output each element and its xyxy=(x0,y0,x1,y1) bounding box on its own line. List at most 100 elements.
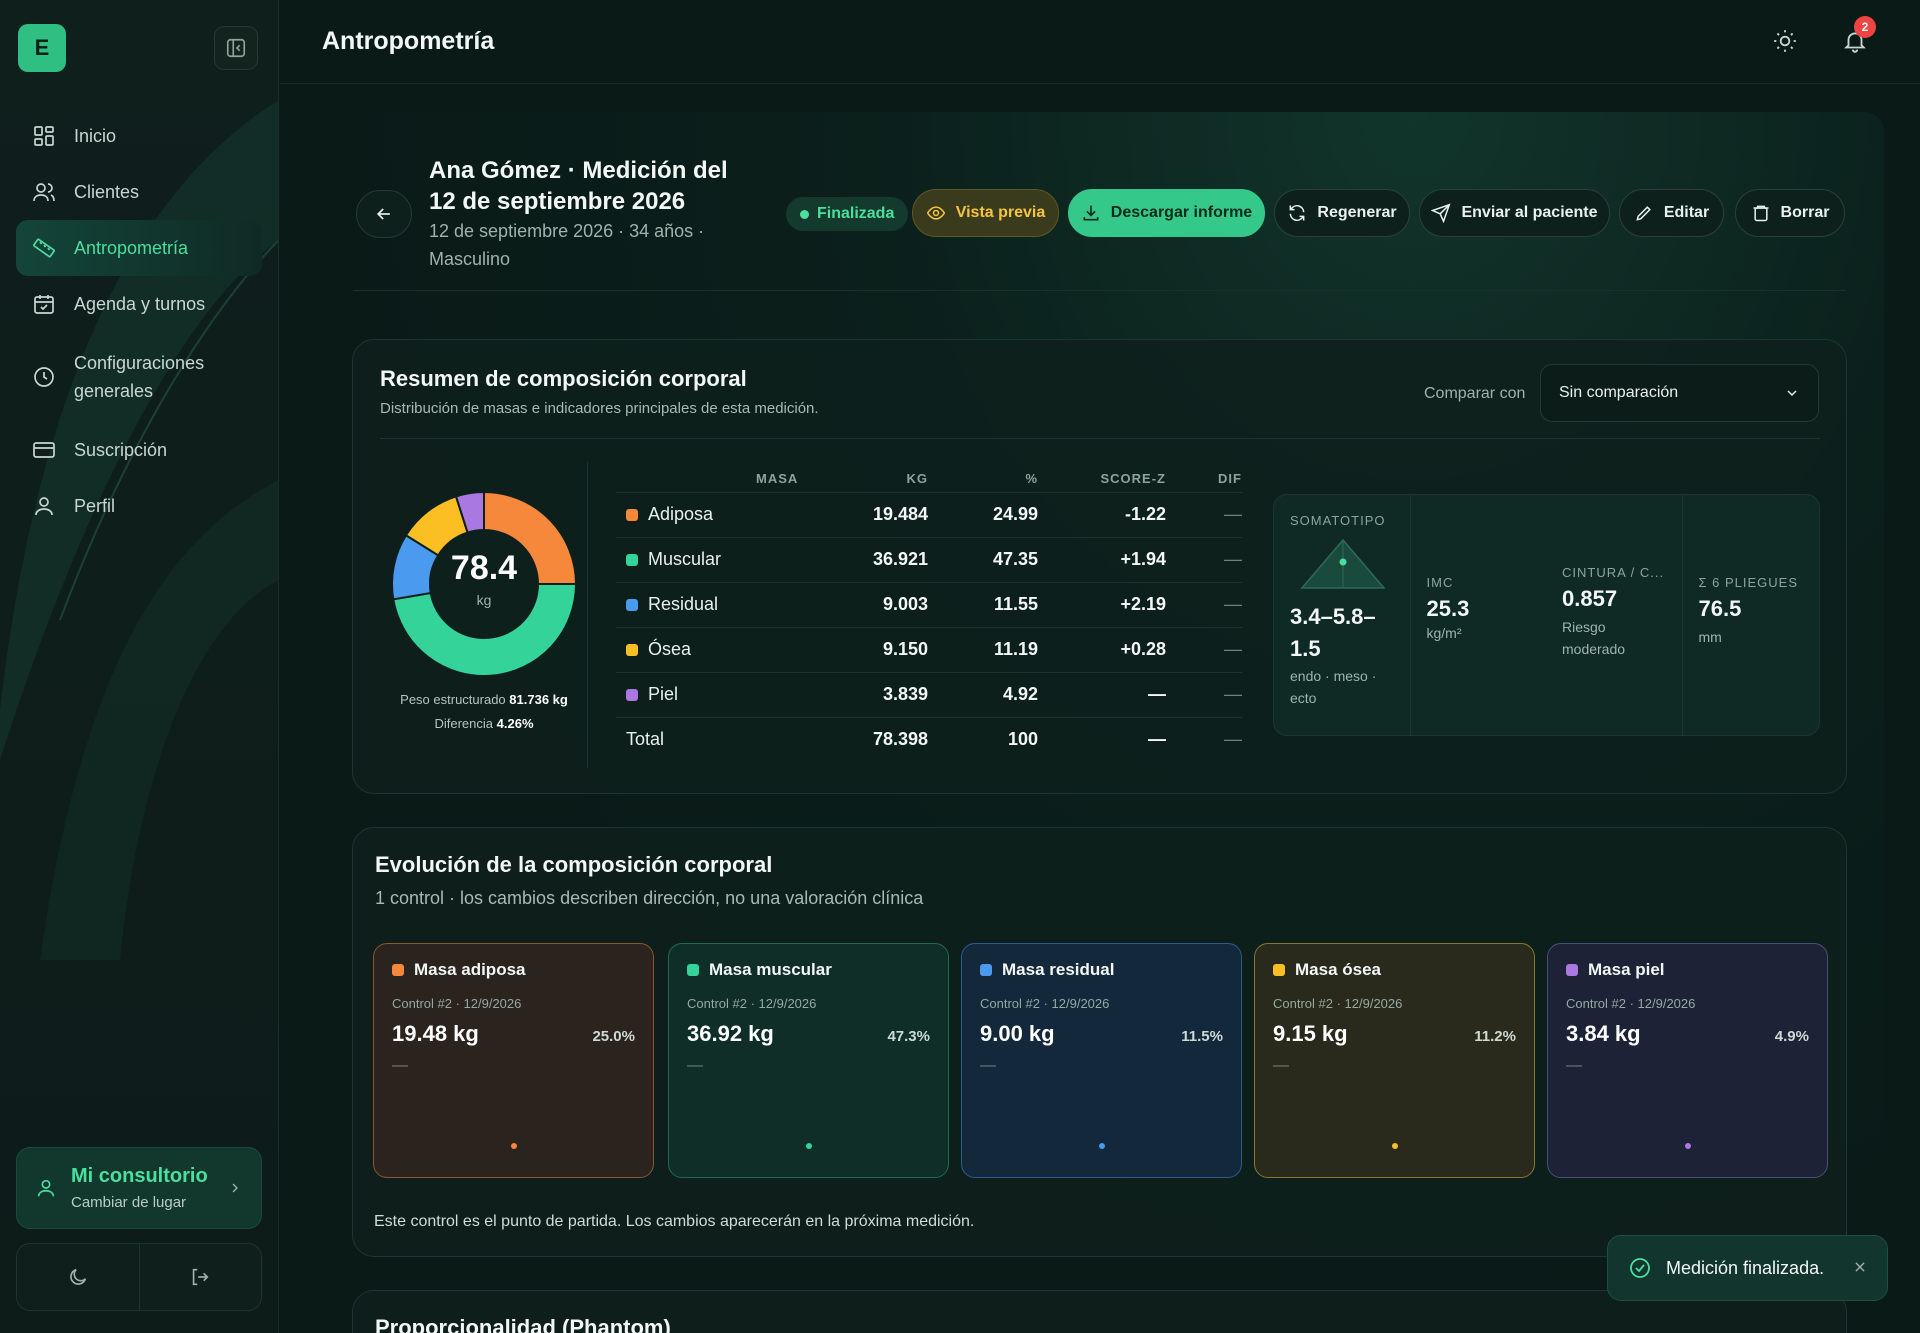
card-title-label: Masa piel xyxy=(1588,960,1665,979)
preview-button[interactable]: Vista previa xyxy=(912,189,1059,237)
cintura-value: 0.857 xyxy=(1562,586,1618,611)
logout-button[interactable] xyxy=(140,1244,262,1310)
mass-name-label: Muscular xyxy=(648,549,722,569)
delete-button[interactable]: Borrar xyxy=(1735,189,1845,237)
sidebar-item-inicio[interactable]: Inicio xyxy=(16,108,262,164)
sidebar-item-label: Agenda y turnos xyxy=(74,293,206,314)
regenerate-button[interactable]: Regenerar xyxy=(1274,189,1410,237)
cintura-caption: Riesgo moderado xyxy=(1562,619,1626,657)
table-row: Ósea 9.150 11.19 +0.28— xyxy=(616,626,1242,672)
sidebar-item-label: Suscripción xyxy=(74,439,168,460)
card-control: Control #2 · 12/9/2026 xyxy=(392,996,522,1011)
mass-color-swatch xyxy=(1566,964,1578,976)
mass-color-swatch xyxy=(1273,964,1285,976)
cintura-label: CINTURA / C... xyxy=(1562,565,1665,580)
ruler-icon xyxy=(33,238,55,258)
card-title: Masa piel xyxy=(1566,960,1809,980)
mass-evolution-card[interactable]: Masa ósea Control #2 · 12/9/2026 9.15 kg 11… xyxy=(1254,943,1535,1178)
mass-evolution-card[interactable]: Masa residual Control #2 · 12/9/2026 9.00 … xyxy=(961,943,1242,1178)
card-pct: 25.0% xyxy=(592,1028,635,1045)
dif-value: 4.26% xyxy=(496,716,534,731)
mass-name: Residual xyxy=(616,581,816,627)
light-mode-button[interactable] xyxy=(1772,28,1798,59)
notification-badge: 2 xyxy=(1854,16,1876,38)
sidebar-item-configuraciones[interactable]: Configuraciones generales xyxy=(16,332,262,422)
sidebar-item-suscripcion[interactable]: Suscripción xyxy=(16,422,262,478)
card-icon xyxy=(33,442,55,458)
sidebar-item-antropometria[interactable]: Antropometría xyxy=(16,220,262,276)
card-pct: 47.3% xyxy=(887,1028,930,1045)
card-title: Masa adiposa xyxy=(392,960,635,980)
back-button[interactable] xyxy=(356,190,412,238)
mass-dif: — xyxy=(1166,536,1242,582)
pliegues-stat: Σ 6 PLIEGUES 76.5 mm xyxy=(1683,495,1820,735)
dif-label: Diferencia xyxy=(434,716,494,731)
card-kg: 3.84 kg xyxy=(1566,1021,1641,1046)
sidebar-item-agenda[interactable]: Agenda y turnos xyxy=(16,276,262,332)
pencil-icon xyxy=(1636,206,1651,221)
trash-icon xyxy=(1753,205,1769,222)
header-divider xyxy=(353,290,1846,291)
mass-color-swatch xyxy=(626,599,638,612)
logout-icon xyxy=(193,1268,209,1286)
card-control: Control #2 · 12/9/2026 xyxy=(1273,996,1403,1011)
card-values: 36.92 kg 47.3% xyxy=(687,1021,930,1047)
top-bar: Antropometría 2 xyxy=(280,0,1920,84)
toast-notification: Medición finalizada. xyxy=(1607,1235,1888,1301)
table-row: Muscular 36.921 47.35 +1.94— xyxy=(616,536,1242,582)
mass-evolution-card[interactable]: Masa muscular Control #2 · 12/9/2026 36.92… xyxy=(668,943,949,1178)
download-report-button[interactable]: Descargar informe xyxy=(1068,189,1265,237)
send-to-patient-button[interactable]: Enviar al paciente xyxy=(1419,189,1610,237)
mass-color-swatch xyxy=(626,509,638,522)
imc-stat: IMC 25.3 kg/m² xyxy=(1411,495,1547,735)
refresh-icon xyxy=(1290,204,1305,222)
mass-kg: 3.839 xyxy=(816,671,928,717)
clock-icon xyxy=(34,367,54,387)
mass-evolution-card[interactable]: Masa piel Control #2 · 12/9/2026 3.84 kg 4.… xyxy=(1547,943,1828,1178)
col-header-kg: KG xyxy=(906,471,928,487)
sidebar-item-clientes[interactable]: Clientes xyxy=(16,164,262,220)
total-label: Total xyxy=(616,716,816,762)
theme-toggle-button[interactable] xyxy=(17,1244,140,1310)
sidebar-item-label: Inicio xyxy=(74,125,117,146)
app-logo[interactable]: E xyxy=(18,24,66,72)
card-kg: 9.00 kg xyxy=(980,1021,1055,1046)
indicators-panel: SOMATOTIPO 3.4–5.8–1.5 endo · meso · ect… xyxy=(1273,494,1820,736)
close-toast-button[interactable] xyxy=(1853,1258,1867,1279)
mass-evolution-card[interactable]: Masa adiposa Control #2 · 12/9/2026 19.48 … xyxy=(373,943,654,1178)
close-icon xyxy=(1855,1261,1865,1272)
mass-kg: 36.921 xyxy=(816,536,928,582)
mass-evolution-cards: Masa adiposa Control #2 · 12/9/2026 19.48 … xyxy=(373,943,1828,1179)
mass-name: Piel xyxy=(616,671,816,717)
card-pct: 4.9% xyxy=(1774,1028,1809,1045)
card-values: 9.15 kg 11.2% xyxy=(1273,1021,1516,1047)
somatochart-icon xyxy=(1300,538,1386,589)
card-kg: 9.15 kg xyxy=(1273,1021,1348,1046)
arrow-left-icon xyxy=(376,208,390,220)
card-title: Masa ósea xyxy=(1273,960,1516,980)
card-pct: 11.2% xyxy=(1474,1028,1516,1045)
donut-unit: kg xyxy=(476,592,492,608)
collapse-sidebar-button[interactable] xyxy=(214,26,258,70)
mass-name-label: Residual xyxy=(648,594,719,614)
evolution-subtitle: 1 control · los cambios describen direcc… xyxy=(375,888,924,908)
consultorio-switcher[interactable]: Mi consultorio Cambiar de lugar xyxy=(16,1147,262,1229)
consultorio-title: Mi consultorio xyxy=(71,1165,208,1187)
card-control: Control #2 · 12/9/2026 xyxy=(1566,996,1696,1011)
imc-unit: kg/m² xyxy=(1426,625,1462,641)
check-circle-icon xyxy=(1630,1258,1650,1278)
status-dot xyxy=(800,209,809,219)
col-header-score-z: SCORE-Z xyxy=(1100,471,1166,487)
card-change: — xyxy=(980,1057,996,1074)
sidebar-item-perfil[interactable]: Perfil xyxy=(16,478,262,534)
card-control: Control #2 · 12/9/2026 xyxy=(687,996,817,1011)
compare-value: Sin comparación xyxy=(1559,384,1679,401)
status-badge: Finalizada xyxy=(786,197,909,231)
diferencia: Diferencia 4.26% xyxy=(372,716,596,731)
mass-pct: 4.92 xyxy=(928,671,1038,717)
compare-select[interactable]: Sin comparación xyxy=(1540,364,1819,422)
grid-icon xyxy=(34,126,54,146)
edit-button[interactable]: Editar xyxy=(1619,189,1724,237)
edit-label: Editar xyxy=(1663,204,1710,221)
col-header-masa: MASA xyxy=(756,471,799,487)
